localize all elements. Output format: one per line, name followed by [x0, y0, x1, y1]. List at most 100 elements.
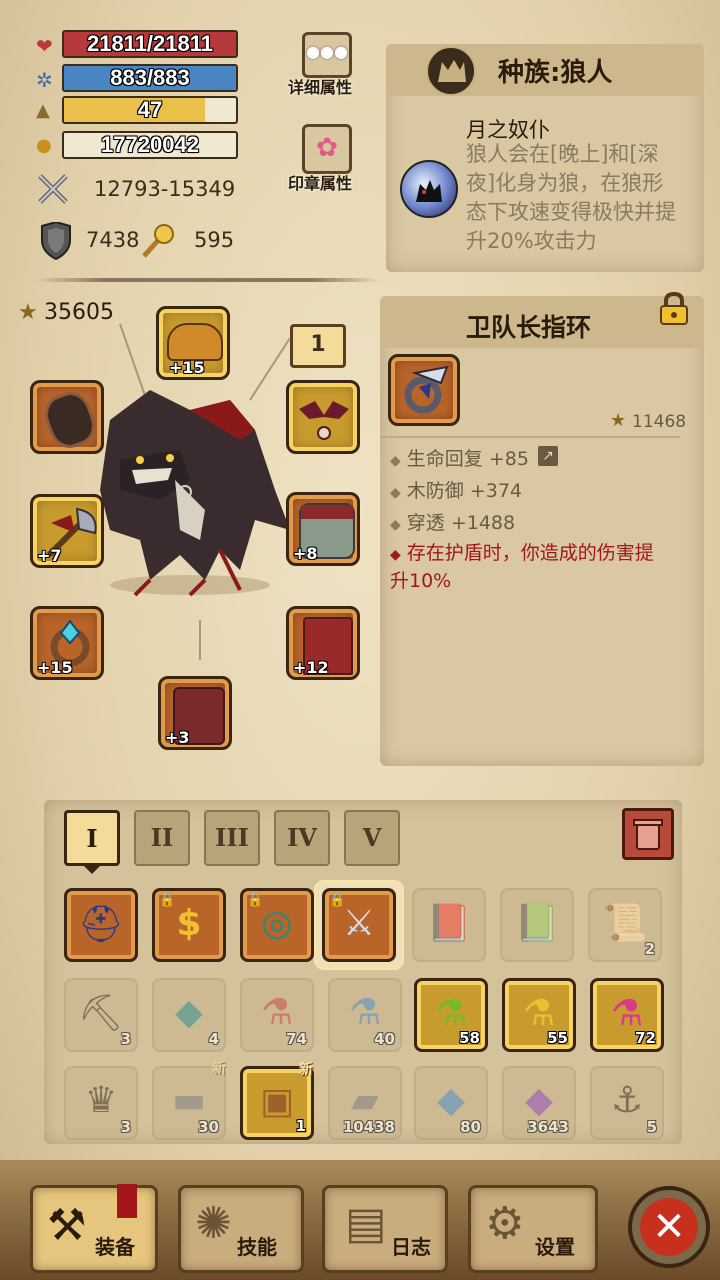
moon-servant-skill-icon[interactable] — [400, 160, 458, 218]
flower-seal-icon: ✿ — [316, 133, 338, 163]
pink-potion-icon: ⚗ — [610, 993, 644, 1034]
boots-level: +3 — [165, 728, 190, 747]
inventory-item[interactable]: ◆ 4 — [152, 978, 226, 1052]
close-button[interactable]: ✕ — [628, 1186, 710, 1268]
inventory-item[interactable]: ⚓ 5 — [590, 1066, 664, 1140]
inventory-item[interactable]: ▬ 新 30 — [152, 1061, 226, 1140]
padlock-icon: 🔒 — [329, 893, 346, 908]
amulet-slot[interactable] — [30, 380, 104, 454]
nav-log-label: 日志 — [391, 1235, 431, 1259]
info-arrow-icon[interactable]: ↗ — [538, 446, 558, 466]
inventory-item[interactable]: ⚗ 40 — [328, 978, 402, 1052]
inventory-item[interactable]: $ 🔒 — [152, 888, 226, 962]
item-count: 2 — [644, 940, 655, 958]
inventory-item[interactable]: ⛏ 3 — [64, 978, 138, 1052]
tab-3[interactable]: III — [204, 810, 260, 866]
inventory-item[interactable]: ⚗ 74 — [240, 978, 314, 1052]
inventory-item[interactable]: ◆ 80 — [414, 1066, 488, 1140]
tab-1[interactable]: I — [64, 810, 120, 866]
race-title: 种族:狼人 — [498, 58, 613, 88]
item-count: 55 — [547, 1029, 568, 1047]
journal-icon: ▤ — [345, 1198, 387, 1249]
nav-settings-button[interactable]: ⚙ 设置 — [468, 1185, 598, 1273]
magic-value: 595 — [194, 228, 235, 252]
guard-ring-icon — [404, 365, 449, 414]
details-button[interactable]: ●●● — [302, 32, 352, 78]
mana-icon: ✲ — [36, 68, 53, 92]
inventory-item[interactable]: ⚗ 72 — [590, 978, 664, 1052]
score-star-icon: ★ — [610, 410, 627, 431]
inventory-item[interactable]: 📗 — [500, 888, 574, 962]
item-count: 5 — [646, 1118, 657, 1136]
inventory-item[interactable]: ♛ 3 — [64, 1066, 138, 1140]
item-score: 11468 — [632, 412, 687, 432]
attr-special: ◆ 存在护盾时，你造成的伤害提升10% — [390, 540, 670, 594]
amethyst-icon: ◆ — [525, 1080, 553, 1121]
shield-icon — [40, 220, 72, 261]
weapon-slot[interactable]: +7 — [30, 494, 104, 568]
ingot-icon: ▰ — [351, 1080, 379, 1121]
axe-nav-icon: ⚒ — [47, 1200, 87, 1251]
attr-text: 生命回复 +85 — [406, 448, 529, 470]
item-count: 3643 — [527, 1118, 569, 1136]
cat-mask-icon: ◆ — [175, 992, 203, 1033]
diamond-bullet-icon: ◆ — [390, 547, 401, 563]
inventory-item-selected[interactable]: ⚔ 🔒 — [322, 888, 396, 962]
gold-value: 17720042 — [101, 132, 199, 157]
dollar-charm-icon: $ — [176, 903, 202, 944]
inventory-item[interactable]: ▰ 10438 — [328, 1066, 402, 1140]
nav-skills-button[interactable]: ✺ 技能 — [178, 1185, 304, 1273]
charm-slot[interactable] — [286, 380, 360, 454]
inventory-item[interactable]: ⛑ — [64, 888, 138, 962]
tab-5[interactable]: V — [344, 810, 400, 866]
attr-penetration: ◆ 穿透 +1488 — [390, 508, 515, 535]
attack-value: 12793-15349 — [94, 177, 236, 201]
nav-log-button[interactable]: ▤ 日志 — [322, 1185, 448, 1273]
attr-text: 穿透 +1488 — [406, 512, 516, 534]
boots-slot[interactable]: +3 — [158, 676, 232, 750]
spellbook-icon: 📕 — [426, 903, 472, 944]
hp-bar: 21811/21811 — [62, 30, 238, 58]
armor-slot[interactable]: +8 — [286, 492, 360, 566]
seal-label: 印章属性 — [288, 174, 353, 193]
ring-slot[interactable]: +15 — [30, 606, 104, 680]
treasure-chest-icon: ▣ — [259, 1081, 294, 1122]
inventory-item[interactable]: ▣ 新 1 — [240, 1062, 314, 1140]
settings-gear-icon: ⚙ — [485, 1198, 525, 1249]
new-badge: 新 — [212, 1061, 226, 1077]
padlock-icon: 🔒 — [247, 893, 264, 908]
nav-equip-button[interactable]: ⚒ 装备 — [30, 1184, 158, 1273]
hp-value: 21811/21811 — [86, 31, 214, 56]
seal-button[interactable]: ✿ — [302, 124, 352, 174]
item-count: 3 — [120, 1030, 131, 1048]
item-count: 10438 — [342, 1118, 395, 1136]
crossed-swords-icon — [36, 172, 72, 208]
inventory-item[interactable]: ⚗ 55 — [502, 978, 576, 1052]
item-divider — [380, 436, 680, 438]
trash-icon — [633, 819, 663, 850]
inventory-item[interactable]: ◎ 🔒 — [240, 888, 314, 962]
tab-4[interactable]: IV — [274, 810, 330, 866]
helmet-slot[interactable]: +15 — [156, 306, 230, 380]
inventory-item[interactable]: 📕 — [412, 888, 486, 962]
wolf-emblem-icon — [426, 46, 476, 96]
diamond-bullet-icon: ◆ — [390, 453, 401, 469]
inventory-item[interactable]: ◆ 3643 — [502, 1066, 576, 1140]
horned-helm-icon: ⛑ — [78, 904, 124, 945]
pants-slot[interactable]: +12 — [286, 606, 360, 680]
armor-level: +8 — [293, 544, 318, 563]
inventory-item[interactable]: ⚗ 58 — [414, 978, 488, 1052]
inventory-item[interactable]: 📜 2 — [588, 888, 662, 962]
special-text: 存在护盾时，你造成的伤害提升10% — [390, 542, 654, 592]
hook-icon: ⚓ — [610, 1080, 644, 1121]
lock-icon[interactable] — [658, 291, 690, 326]
green-potion-icon: ⚗ — [434, 993, 468, 1034]
yellow-potion-icon: ⚗ — [522, 993, 556, 1034]
tab-2[interactable]: II — [134, 810, 190, 866]
trash-button[interactable] — [622, 808, 674, 860]
defense-value: 7438 — [86, 228, 140, 252]
item-count: 58 — [459, 1029, 480, 1047]
helmet-level: +15 — [169, 358, 205, 377]
mana-bar: 883/883 — [62, 64, 238, 92]
blue-potion-icon: ⚗ — [348, 992, 382, 1033]
